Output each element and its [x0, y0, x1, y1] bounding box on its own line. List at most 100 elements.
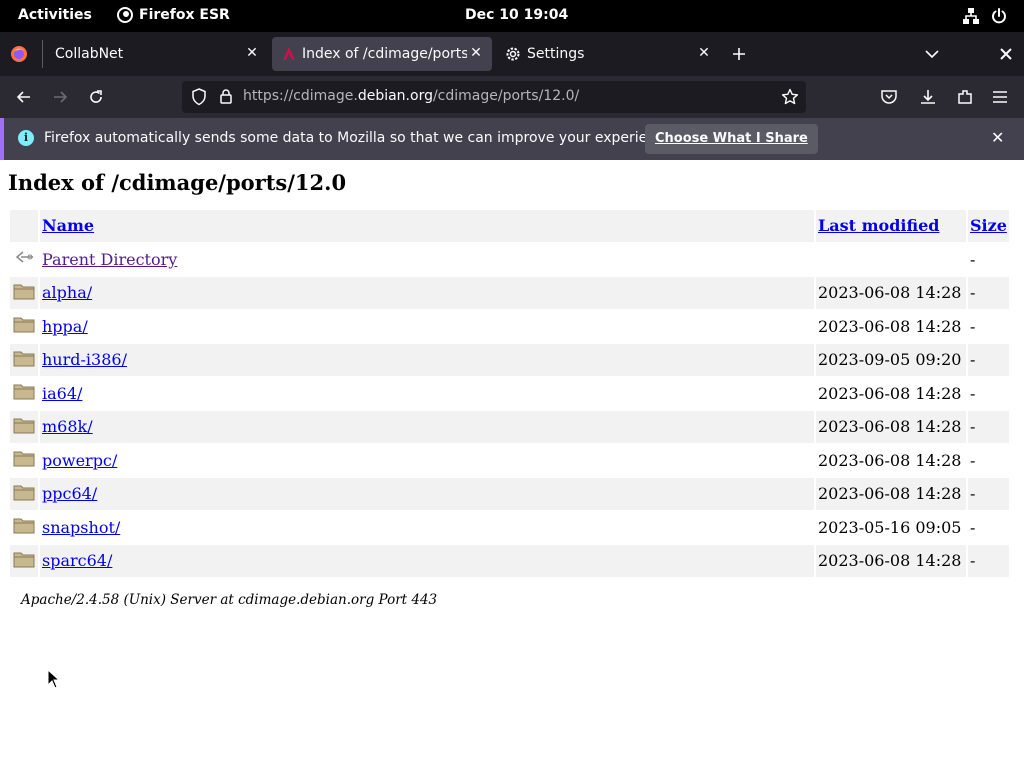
reload-icon: [90, 90, 102, 103]
modified-cell: 2023-06-08 14:28: [816, 478, 966, 510]
notification-message: Firefox automatically sends some data to…: [44, 130, 677, 146]
sort-by-size-link[interactable]: Size: [970, 216, 1007, 235]
forward-arrow-icon: [54, 91, 68, 103]
table-row: snapshot/2023-05-16 09:05-: [10, 512, 1009, 544]
forward-button[interactable]: [48, 85, 72, 109]
system-top-bar: Activities Firefox ESR Dec 10 19:04: [0, 0, 1024, 32]
network-icon[interactable]: [962, 7, 980, 25]
modified-cell: 2023-06-08 14:28: [818, 383, 962, 403]
size-cell: -: [970, 517, 976, 537]
folder-icon: [10, 545, 38, 577]
hamburger-menu-icon[interactable]: [991, 89, 1009, 105]
size-cell: -: [970, 450, 976, 470]
back-arrow-icon: [16, 91, 30, 103]
page-title: Index of /cdimage/ports/12.0: [8, 170, 347, 195]
name-cell: hurd-i386/: [40, 344, 814, 376]
new-tab-icon[interactable]: [731, 46, 747, 62]
sort-by-modified-link[interactable]: Last modified: [818, 216, 939, 235]
server-signature: Apache/2.4.58 (Unix) Server at cdimage.d…: [21, 592, 438, 608]
info-icon: i: [18, 130, 34, 146]
size-cell: -: [968, 344, 1009, 376]
name-cell: snapshot/: [40, 512, 814, 544]
directory-link[interactable]: hppa/: [42, 317, 88, 336]
extensions-icon[interactable]: [956, 88, 974, 106]
close-tab-icon[interactable]: ✕: [468, 45, 484, 61]
close-notification-icon[interactable]: ✕: [991, 128, 1004, 147]
power-icon[interactable]: [990, 7, 1008, 25]
tab-separator: [42, 40, 43, 68]
bookmark-star-icon[interactable]: [781, 88, 799, 106]
url-text[interactable]: https://cdimage.debian.org/cdimage/ports…: [243, 88, 579, 104]
url-host: debian.org: [357, 88, 433, 104]
directory-link[interactable]: sparc64/: [42, 551, 112, 570]
clock[interactable]: Dec 10 19:04: [465, 7, 568, 23]
close-tab-icon[interactable]: ✕: [244, 45, 260, 61]
reload-button[interactable]: [84, 85, 108, 109]
table-row: m68k/2023-06-08 14:28-: [10, 411, 1009, 443]
table-row: powerpc/2023-06-08 14:28-: [10, 445, 1009, 477]
tab-index-of[interactable]: Index of /cdimage/ports/1 ✕: [272, 37, 492, 71]
tab-settings[interactable]: Settings ✕: [496, 37, 720, 71]
table-row: hurd-i386/2023-09-05 09:20-: [10, 344, 1009, 376]
directory-link[interactable]: snapshot/: [42, 518, 120, 537]
modified-cell: 2023-06-08 14:28: [816, 545, 966, 577]
back-arrow-icon: [10, 244, 38, 276]
close-tab-icon[interactable]: ✕: [696, 45, 712, 61]
firefox-app-icon: [117, 7, 133, 23]
table-row: alpha/2023-06-08 14:28-: [10, 277, 1009, 309]
folder-icon: [10, 478, 38, 510]
activities-button[interactable]: Activities: [18, 7, 92, 23]
tab-strip: CollabNet ✕ Index of /cdimage/ports/1 ✕ …: [0, 32, 1024, 76]
modified-cell: 2023-06-08 14:28: [818, 450, 962, 470]
downloads-icon[interactable]: [919, 88, 937, 106]
parent-directory-row: Parent Directory -: [10, 244, 1009, 276]
directory-link[interactable]: alpha/: [42, 283, 92, 302]
tab-label: CollabNet: [55, 46, 124, 62]
back-button[interactable]: [12, 85, 36, 109]
directory-link[interactable]: powerpc/: [42, 451, 117, 470]
debian-favicon-icon: [283, 47, 295, 60]
parent-directory-link[interactable]: Parent Directory: [42, 250, 177, 269]
choose-what-i-share-button[interactable]: Choose What I Share: [645, 124, 818, 154]
parent-directory-cell: Parent Directory: [40, 244, 814, 276]
table-row: sparc64/2023-06-08 14:28-: [10, 545, 1009, 577]
table-row: ppc64/2023-06-08 14:28-: [10, 478, 1009, 510]
directory-link[interactable]: m68k/: [42, 417, 93, 436]
size-cell: -: [968, 478, 1009, 510]
gear-icon: [506, 47, 520, 61]
sort-by-name-link[interactable]: Name: [42, 216, 94, 235]
folder-icon: [10, 311, 38, 343]
modified-cell: 2023-06-08 14:28: [818, 316, 962, 336]
directory-link[interactable]: ia64/: [42, 384, 82, 403]
size-header: Size: [968, 210, 1009, 242]
directory-link[interactable]: hurd-i386/: [42, 350, 127, 369]
name-cell: hppa/: [40, 311, 814, 343]
list-all-tabs-chevron-down-icon[interactable]: [924, 47, 940, 61]
folder-icon: [10, 445, 38, 477]
table-row: hppa/2023-06-08 14:28-: [10, 311, 1009, 343]
folder-icon: [10, 378, 38, 410]
directory-listing-table: Name Last modified Size Parent Directory…: [8, 208, 1011, 579]
directory-link[interactable]: ppc64/: [42, 484, 97, 503]
name-header: Name: [40, 210, 814, 242]
url-bar[interactable]: https://cdimage.debian.org/cdimage/ports…: [182, 81, 806, 113]
url-path: /cdimage/ports/12.0/: [432, 88, 580, 104]
close-window-icon[interactable]: [999, 47, 1013, 61]
modified-cell: 2023-06-08 14:28: [816, 411, 966, 443]
last-modified-header: Last modified: [816, 210, 966, 242]
size-cell: -: [970, 316, 976, 336]
size-cell: -: [968, 411, 1009, 443]
app-menu[interactable]: Firefox ESR: [117, 7, 230, 23]
firefox-view-icon[interactable]: [10, 45, 28, 63]
table-header-row: Name Last modified Size: [10, 210, 1009, 242]
name-cell: ia64/: [40, 378, 814, 410]
pocket-icon[interactable]: [880, 89, 898, 105]
tab-collabnet[interactable]: CollabNet ✕: [44, 37, 268, 71]
size-cell: -: [970, 383, 976, 403]
data-collection-notification: i Firefox automatically sends some data …: [0, 118, 1024, 160]
lock-icon[interactable]: [219, 88, 233, 105]
tab-label: Index of /cdimage/ports/1: [302, 46, 467, 62]
shield-icon[interactable]: [191, 88, 207, 106]
size-cell: -: [968, 545, 1009, 577]
name-cell: ppc64/: [40, 478, 814, 510]
